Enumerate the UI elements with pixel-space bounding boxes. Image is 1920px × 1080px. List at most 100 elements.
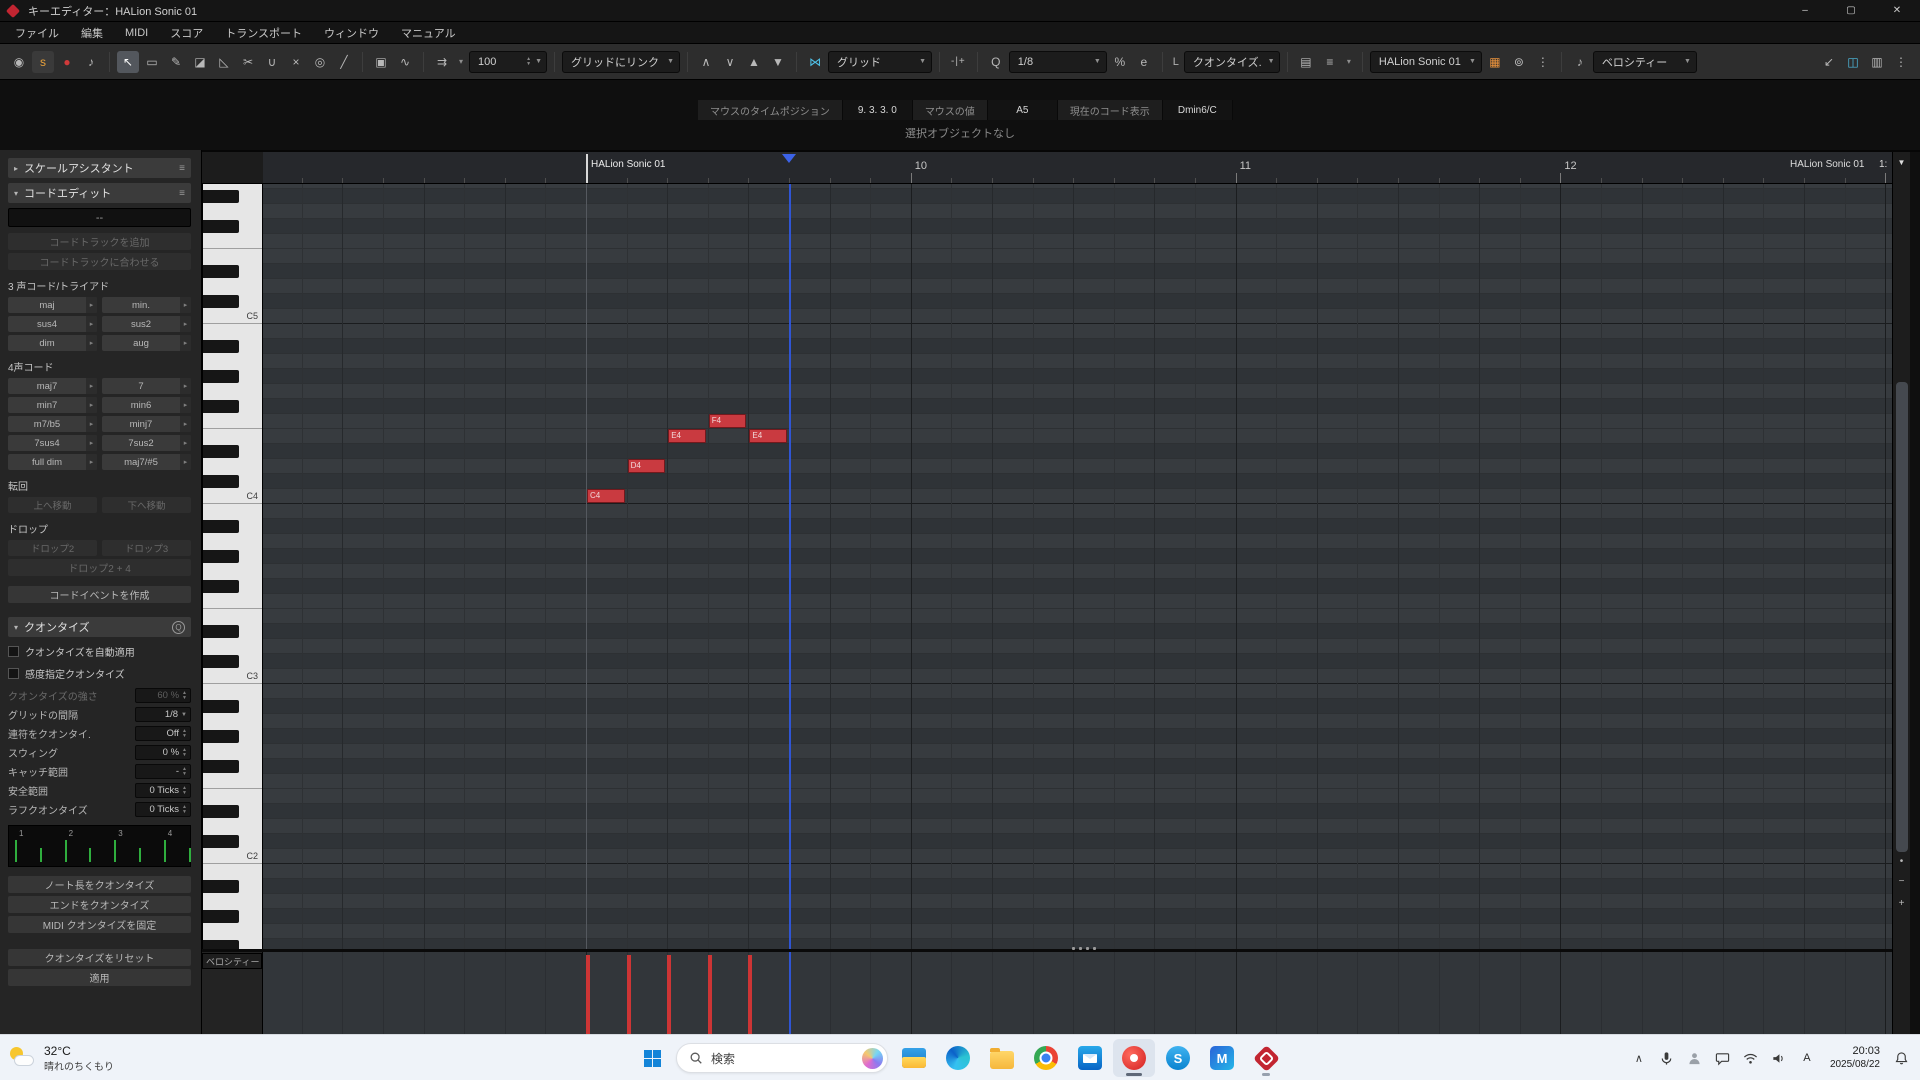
line-tool[interactable]: ╱ [333,51,355,73]
black-key[interactable] [203,654,262,669]
white-key[interactable] [203,384,262,399]
param-value-field[interactable]: 1/8▼ [135,707,191,722]
white-key[interactable] [203,924,262,939]
object-selection-tool[interactable]: ↖ [117,51,139,73]
chevron-up-icon[interactable]: ∧ [1626,1043,1652,1073]
white-key[interactable] [203,324,262,339]
menu-item[interactable]: スコア [159,22,214,43]
black-key[interactable] [203,729,262,744]
length-adjust-icon[interactable]: -|+ [947,51,970,73]
open-in-separate-window-icon[interactable]: ↙ [1818,51,1840,73]
display-menu-arrow[interactable]: ▾ [1343,51,1355,73]
transpose-down-icon[interactable]: ▼ [767,51,789,73]
white-key[interactable] [203,684,262,699]
quantize-icon[interactable]: Q [985,51,1007,73]
white-key[interactable]: C5 [203,309,262,324]
chord-button[interactable]: ドロップ2 [8,540,97,556]
white-key[interactable] [203,279,262,294]
param-value-field[interactable]: 60 %▲▼ [135,688,191,703]
quantize-preset-select[interactable]: 1/8▼ [1009,51,1107,73]
black-key[interactable] [203,444,262,459]
chord-button[interactable]: 上へ移動 [8,497,97,513]
range-selection-tool[interactable]: ▭ [141,51,163,73]
quantize-action-button[interactable]: ノート長をクオンタイズ [8,876,191,893]
copilot-icon[interactable] [862,1048,883,1069]
midi-note[interactable]: F4 [709,414,747,428]
more-options-icon[interactable]: ⋮ [1532,51,1554,73]
white-key[interactable] [203,819,262,834]
param-value-field[interactable]: -▲▼ [135,764,191,779]
chord-button[interactable]: minj7▸ [102,416,191,432]
chat-icon[interactable] [1710,1043,1736,1073]
white-key[interactable] [203,714,262,729]
white-key[interactable] [203,594,262,609]
black-key[interactable] [203,759,262,774]
nudge-right-icon[interactable]: ∨ [719,51,741,73]
velocity-bar[interactable] [586,955,590,1034]
black-key[interactable] [203,909,262,924]
black-key[interactable] [203,579,262,594]
event-display-icon[interactable]: ▤ [1295,51,1317,73]
close-button[interactable]: ✕ [1874,0,1920,22]
chord-button[interactable]: maj7▸ [8,378,97,394]
chord-button[interactable]: min7▸ [8,397,97,413]
taskbar-app-outlook[interactable] [1069,1039,1111,1077]
timeline-ruler[interactable]: 101112HALion Sonic 01HALion Sonic 011: [263,152,1892,184]
midi-note[interactable]: C4 [587,489,625,503]
playhead-marker-icon[interactable] [782,154,796,163]
quantize-action-button[interactable]: エンドをクオンタイズ [8,896,191,913]
velocity-bar[interactable] [627,955,631,1034]
pin-tool-icon[interactable]: ◉ [8,51,30,73]
white-key[interactable]: C3 [203,669,262,684]
mic-icon[interactable] [1654,1043,1680,1073]
nudge-left-icon[interactable]: ∧ [695,51,717,73]
white-key[interactable]: C4 [203,489,262,504]
mute-tool[interactable]: × [285,51,307,73]
white-key[interactable] [203,609,262,624]
auto-apply-quantize-row[interactable]: クオンタイズを自動適用 [8,644,191,659]
show-part-borders-icon[interactable]: ▣ [370,51,392,73]
black-key[interactable] [203,879,262,894]
black-key[interactable] [203,399,262,414]
white-key[interactable] [203,354,262,369]
create-chord-event-button[interactable]: コードイベントを作成 [8,586,191,603]
zoom-dot-icon[interactable]: • [1893,856,1910,867]
white-key[interactable] [203,864,262,879]
white-key[interactable] [203,534,262,549]
drop-2-4-button[interactable]: ドロップ2 + 4 [8,559,191,576]
chord-button[interactable]: ドロップ3 [102,540,191,556]
chord-button[interactable]: min6▸ [102,397,191,413]
black-key[interactable] [203,549,262,564]
quantize-action-button[interactable]: MIDI クオンタイズを固定 [8,916,191,933]
start-button[interactable] [632,1039,672,1077]
taskbar-app-folder[interactable] [981,1039,1023,1077]
zoom-tool[interactable]: ◎ [309,51,331,73]
length-quantize-select[interactable]: クオンタイズ.▼ [1184,51,1280,73]
checkbox-unchecked[interactable] [8,646,19,657]
chord-button[interactable]: 7▸ [102,378,191,394]
clock[interactable]: 20:03 2025/08/22 [1830,1045,1880,1071]
taskbar-app-skype[interactable]: S [1157,1039,1199,1077]
black-key[interactable] [203,939,262,949]
white-key[interactable] [203,564,262,579]
black-key[interactable] [203,189,262,204]
black-key[interactable] [203,264,262,279]
white-key[interactable] [203,204,262,219]
scale-assistant-menu-icon[interactable]: ≡ [179,163,185,174]
person-icon[interactable] [1682,1043,1708,1073]
taskbar-app-m-app[interactable]: M [1201,1039,1243,1077]
white-key[interactable] [203,429,262,444]
midi-note[interactable]: E4 [749,429,787,443]
velocity-lane-label[interactable]: ベロシティー [202,953,262,969]
white-key[interactable] [203,744,262,759]
chord-button[interactable]: sus4▸ [8,316,97,332]
divider-handle-icon[interactable] [1072,947,1096,950]
event-colors-icon[interactable]: ♪ [1569,51,1591,73]
quantize-action-button[interactable]: 適用 [8,969,191,986]
white-key[interactable] [203,234,262,249]
draw-tool[interactable]: ✎ [165,51,187,73]
split-tool[interactable]: ✂ [237,51,259,73]
solo-editor-button[interactable]: s [32,51,54,73]
zoom-out-icon[interactable]: − [1893,876,1910,887]
black-key[interactable] [203,804,262,819]
